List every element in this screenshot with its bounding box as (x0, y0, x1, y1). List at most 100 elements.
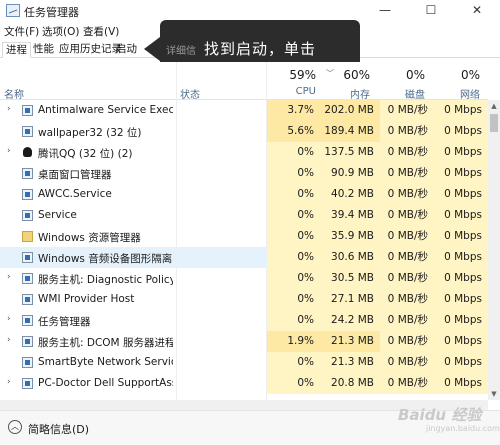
process-disk: 0 MB/秒 (380, 373, 434, 394)
expand-chevron-icon[interactable]: › (7, 104, 11, 114)
column-name[interactable]: 名称 (4, 86, 24, 101)
app-icon (22, 357, 33, 368)
process-disk: 0 MB/秒 (380, 100, 434, 121)
table-row[interactable]: › 任务管理器 0% 24.2 MB 0 MB/秒 0 Mbps (0, 310, 488, 331)
app-icon (22, 168, 33, 179)
process-name: Windows 音频设备图形隔离 (38, 253, 173, 265)
process-disk: 0 MB/秒 (380, 121, 434, 142)
table-row[interactable]: Windows 资源管理器 0% 35.9 MB 0 MB/秒 0 Mbps (0, 226, 488, 247)
network-percent: 0% (460, 68, 480, 82)
table-row[interactable]: AWCC.Service 0% 40.2 MB 0 MB/秒 0 Mbps (0, 184, 488, 205)
process-network: 0 Mbps (434, 331, 488, 352)
process-disk: 0 MB/秒 (380, 268, 434, 289)
disk-percent: 0% (405, 68, 425, 82)
process-disk: 0 MB/秒 (380, 226, 434, 247)
tab-startup[interactable]: 启动 (113, 42, 140, 58)
process-network: 0 Mbps (434, 289, 488, 310)
process-cpu: 0% (267, 163, 320, 184)
process-network: 0 Mbps (434, 184, 488, 205)
expand-chevron-icon[interactable]: › (7, 146, 11, 156)
maximize-button[interactable]: ☐ (408, 0, 454, 22)
process-memory: 21.3 MB (320, 331, 380, 352)
column-network[interactable]: 网络 (434, 86, 480, 101)
process-cpu: 0% (267, 268, 320, 289)
process-disk: 0 MB/秒 (380, 184, 434, 205)
callout-hidden-tab-fragment: 详细信 (166, 46, 196, 57)
table-row[interactable]: Service 0% 39.4 MB 0 MB/秒 0 Mbps (0, 205, 488, 226)
window-title: 任务管理器 (24, 6, 79, 19)
tab-performance[interactable]: 性能 (30, 42, 57, 58)
scroll-thumb[interactable] (490, 114, 498, 132)
process-cpu: 0% (267, 310, 320, 331)
process-memory: 40.2 MB (320, 184, 380, 205)
column-memory[interactable]: 内存 (320, 86, 370, 101)
process-network: 0 Mbps (434, 373, 488, 394)
process-memory: 20.8 MB (320, 373, 380, 394)
process-name: Antimalware Service Executa... (38, 104, 173, 116)
close-button[interactable]: ✕ (454, 0, 500, 22)
process-name: Windows 资源管理器 (38, 232, 141, 244)
table-row[interactable]: WMI Provider Host 0% 27.1 MB 0 MB/秒 0 Mbps (0, 289, 488, 310)
process-network: 0 Mbps (434, 268, 488, 289)
process-cpu: 0% (267, 205, 320, 226)
process-network: 0 Mbps (434, 100, 488, 121)
process-cpu: 0% (267, 289, 320, 310)
process-name: PC-Doctor Dell SupportAssis... (38, 377, 173, 389)
process-disk: 0 MB/秒 (380, 289, 434, 310)
process-cpu: 0% (267, 184, 320, 205)
column-cpu[interactable]: CPU (267, 86, 316, 97)
process-memory: 189.4 MB (320, 121, 380, 142)
table-row[interactable]: ›服务主机: Diagnostic Policy S...0%30.5 MB0 … (0, 268, 488, 289)
process-name: Service (38, 209, 77, 221)
scroll-up-arrow-icon[interactable]: ▲ (488, 100, 500, 112)
process-network: 0 Mbps (434, 163, 488, 184)
menu-options[interactable]: 选项(O) (42, 24, 79, 39)
scroll-down-arrow-icon[interactable]: ▼ (488, 388, 500, 400)
app-icon (22, 210, 33, 221)
sort-descending-icon: ﹀ (326, 69, 334, 78)
process-cpu: 0% (267, 247, 320, 268)
tab-processes[interactable]: 进程 (2, 42, 31, 58)
column-header: 名称 状态 59% CPU 60% 内存 0% 磁盘 0% 网络 (0, 62, 488, 101)
menu-file[interactable]: 文件(F) (4, 24, 39, 39)
menu-view[interactable]: 查看(V) (83, 24, 119, 39)
process-name: SmartByte Network Service (38, 356, 173, 368)
collapse-chevron-icon[interactable]: ︿ (8, 420, 22, 434)
expand-chevron-icon[interactable]: › (7, 314, 11, 324)
baidu-watermark: Baidu 经验 (398, 406, 482, 424)
process-name: 服务主机: Diagnostic Policy S... (38, 274, 173, 286)
expand-chevron-icon[interactable]: › (7, 377, 11, 387)
process-memory: 30.6 MB (320, 247, 380, 268)
table-row[interactable]: SmartByte Network Service 0% 21.3 MB 0 MB/秒… (0, 352, 488, 373)
process-cpu: 1.9% (267, 331, 320, 352)
app-icon (22, 294, 33, 305)
process-cpu: 5.6% (267, 121, 320, 142)
expand-chevron-icon[interactable]: › (7, 272, 11, 282)
table-row[interactable]: › Antimalware Service Executa... 3.7%202.0… (0, 100, 488, 121)
table-row[interactable]: 桌面窗口管理器 0% 90.9 MB 0 MB/秒 0 Mbps (0, 163, 488, 184)
process-memory: 21.3 MB (320, 352, 380, 373)
process-network: 0 Mbps (434, 247, 488, 268)
vertical-scrollbar[interactable]: ▲ ▼ (488, 100, 500, 400)
process-disk: 0 MB/秒 (380, 331, 434, 352)
process-disk: 0 MB/秒 (380, 142, 434, 163)
table-row[interactable]: › 腾讯QQ (32 位) (2) 0% 137.5 MB 0 MB/秒 0 Mbps (0, 142, 488, 163)
process-name: 任务管理器 (38, 316, 91, 328)
process-list: › Antimalware Service Executa... 3.7%202.0… (0, 100, 488, 400)
app-icon (22, 315, 33, 326)
process-network: 0 Mbps (434, 226, 488, 247)
app-icon (22, 189, 33, 200)
callout-text: 找到启动，单击 (204, 40, 317, 58)
column-disk[interactable]: 磁盘 (380, 86, 425, 101)
table-row[interactable]: wallpaper32 (32 位) 5.6% 189.4 MB 0 MB/秒 0 Mb… (0, 121, 488, 142)
column-status[interactable]: 状态 (180, 86, 200, 101)
process-network: 0 Mbps (434, 142, 488, 163)
minimize-button[interactable]: — (362, 0, 408, 22)
table-row[interactable]: Windows 音频设备图形隔离 0% 30.6 MB 0 MB/秒 0 Mbps (0, 247, 488, 268)
table-row[interactable]: › PC-Doctor Dell SupportAssis... 0%20.8 MB… (0, 373, 488, 394)
fewer-details-link[interactable]: 简略信息(D) (28, 421, 89, 437)
table-row[interactable]: › 服务主机: DCOM 服务器进程启... 1.9%21.3 MB0 MB/秒0 … (0, 331, 488, 352)
qq-icon (22, 147, 33, 158)
process-memory: 27.1 MB (320, 289, 380, 310)
expand-chevron-icon[interactable]: › (7, 335, 11, 345)
